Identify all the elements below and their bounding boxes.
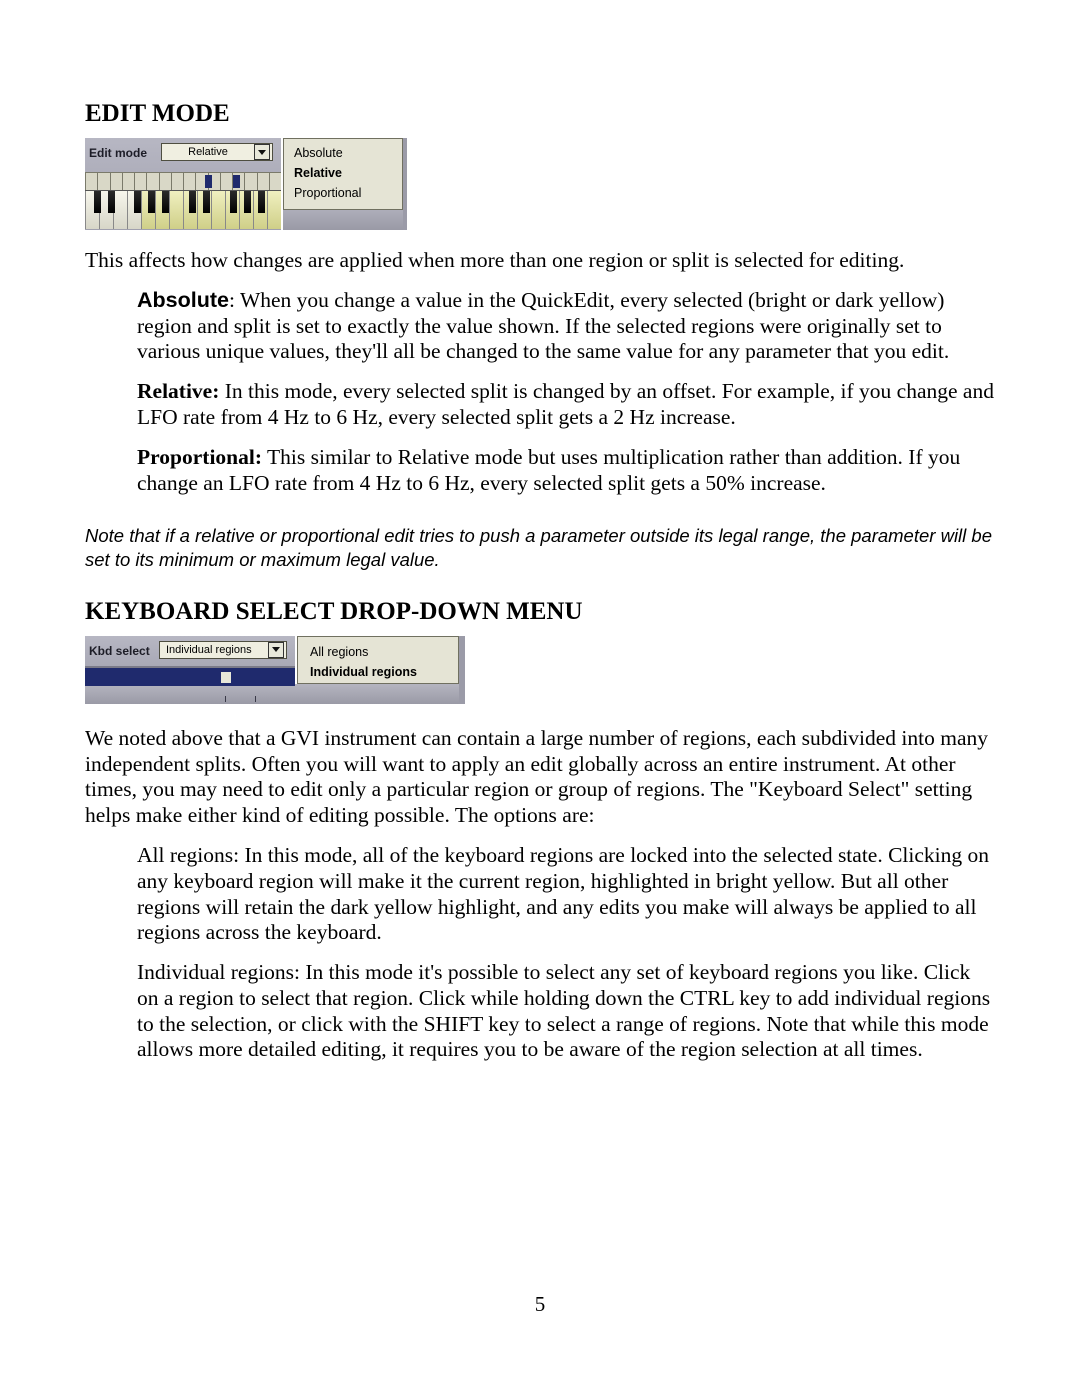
section-heading-edit-mode: EDIT MODE xyxy=(85,100,995,128)
kbd-select-option-all[interactable]: All regions xyxy=(298,642,458,662)
kbd-select-option-individual[interactable]: Individual regions xyxy=(298,662,458,682)
edit-mode-dropdown-value: Relative xyxy=(162,146,254,158)
proportional-paragraph: Proportional: This similar to Relative m… xyxy=(137,445,995,497)
indregions-paragraph: Individual regions: In this mode it's po… xyxy=(137,960,995,1063)
kbd-select-dropdown-value: Individual regions xyxy=(166,644,252,656)
proportional-label: Proportional: xyxy=(137,445,262,469)
kbd-select-menu[interactable]: All regions Individual regions xyxy=(297,636,459,684)
edit-mode-option-relative[interactable]: Relative xyxy=(284,163,402,183)
fig1-label: Edit mode xyxy=(89,146,147,160)
dropdown-arrow-icon[interactable] xyxy=(254,144,270,160)
indregions-label: Individual regions: xyxy=(137,960,300,984)
kbd-select-intro: We noted above that a GVI instrument can… xyxy=(85,726,995,829)
edit-mode-menu[interactable]: Absolute Relative Proportional xyxy=(283,138,403,210)
absolute-body: : When you change a value in the QuickEd… xyxy=(137,288,949,364)
allregions-body: In this mode, all of the keyboard region… xyxy=(137,843,989,944)
page-number: 5 xyxy=(0,1292,1080,1317)
edit-mode-option-absolute[interactable]: Absolute xyxy=(284,143,402,163)
edit-mode-dropdown[interactable]: Relative xyxy=(161,143,273,161)
edit-mode-note: Note that if a relative or proportional … xyxy=(85,524,995,571)
fig2-label: Kbd select xyxy=(89,644,150,658)
relative-body: In this mode, every selected split is ch… xyxy=(137,379,994,429)
fig1-ruler xyxy=(85,172,281,192)
edit-mode-option-proportional[interactable]: Proportional xyxy=(284,183,402,203)
absolute-label: Absolute xyxy=(137,288,229,312)
section-heading-kbd-select: KEYBOARD SELECT DROP-DOWN MENU xyxy=(85,598,995,626)
allregions-paragraph: All regions: In this mode, all of the ke… xyxy=(137,843,995,946)
relative-paragraph: Relative: In this mode, every selected s… xyxy=(137,379,995,431)
fig2-track xyxy=(85,666,295,686)
dropdown-arrow-icon[interactable] xyxy=(268,642,284,658)
relative-label: Relative: xyxy=(137,379,219,403)
kbd-select-dropdown[interactable]: Individual regions xyxy=(159,641,287,659)
figure-kbd-select: Kbd select Individual regions All region… xyxy=(85,636,465,704)
figure-edit-mode: Edit mode Relative A xyxy=(85,138,407,230)
fig1-keyboard xyxy=(85,190,281,229)
allregions-label: All regions: xyxy=(137,843,239,867)
edit-mode-intro: This affects how changes are applied whe… xyxy=(85,248,995,274)
absolute-paragraph: Absolute: When you change a value in the… xyxy=(137,288,995,365)
